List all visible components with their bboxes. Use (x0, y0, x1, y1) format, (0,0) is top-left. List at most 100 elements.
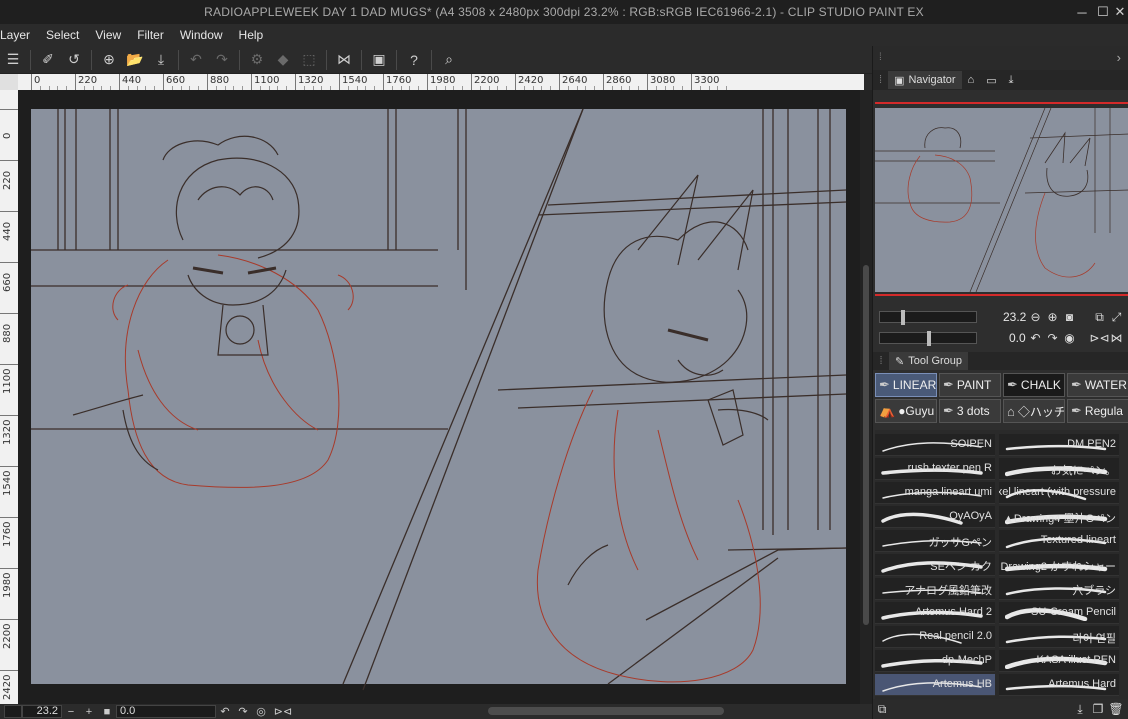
brush-item[interactable]: Real pencil 2.0 (875, 626, 995, 648)
flip-horizontal-icon[interactable]: ⋈ (332, 49, 356, 71)
menu-layer[interactable]: Layer (0, 24, 38, 46)
fill-icon[interactable]: ◆ (271, 49, 295, 71)
flip-horizontal-icon[interactable]: ⊳⊲ (1089, 330, 1109, 346)
grip-icon[interactable]: ⁞ (873, 355, 889, 367)
tool-group-paint[interactable]: ✒ PAINT (939, 373, 1001, 397)
zoom-stop-button[interactable]: ■ (100, 705, 114, 718)
brush-item[interactable]: Artemus Hard (999, 674, 1119, 696)
ruler-label: 2420 (518, 75, 544, 86)
open-folder-icon[interactable]: 📂 (123, 49, 147, 71)
duplicate-icon[interactable]: ❐ (1089, 701, 1107, 717)
navigator-zoom-slider[interactable] (879, 310, 977, 325)
tool-group-guyu[interactable]: ⛺ ●Guyu (875, 399, 937, 423)
brush-item[interactable]: Artemus HB (875, 674, 995, 696)
ruler-label: 0 (2, 132, 13, 139)
toolbar-separator (30, 49, 31, 70)
menu-filter[interactable]: Filter (129, 24, 172, 46)
tab-info[interactable]: ▭ (980, 71, 1002, 89)
rotation-reset-icon[interactable]: ◎ (254, 705, 268, 718)
brush-item[interactable]: SEペン カク (875, 554, 995, 576)
zoom-in-icon[interactable]: ⊕ (1044, 309, 1061, 325)
rotation-angle-field[interactable]: 0.0 (116, 705, 216, 718)
brush-item[interactable]: 穴ブラシ (999, 578, 1119, 600)
zoom-slider-knob[interactable] (900, 310, 905, 325)
rotate-right-icon[interactable]: ↷ (1044, 330, 1061, 346)
brush-item[interactable]: manga lineart umi (875, 482, 995, 504)
brush-item[interactable]: ガッサGペン (875, 530, 995, 552)
canvas-viewport[interactable] (18, 90, 860, 704)
menu-select[interactable]: Select (38, 24, 87, 46)
ruler-major-tick (0, 568, 18, 569)
zoom-in-button[interactable]: + (82, 705, 96, 718)
brush-item[interactable]: Artemus Hard 2 (875, 602, 995, 624)
brush-item[interactable]: SOIPEN (875, 434, 995, 456)
tool-group-water[interactable]: ✒ WATER (1067, 373, 1128, 397)
tab-download[interactable]: ⤓ (1003, 71, 1020, 89)
brush-item[interactable]: OyAOyA (875, 506, 995, 528)
stop-icon[interactable]: ◙ (1061, 309, 1078, 325)
brush-item[interactable]: アナログ風鉛筆改 (875, 578, 995, 600)
rotate-left-icon[interactable]: ↶ (218, 705, 232, 718)
status-scroll-left[interactable] (4, 705, 22, 718)
navigator-rotation-slider[interactable] (879, 331, 977, 346)
search-icon[interactable]: ⌕ (437, 49, 461, 71)
fit-screen-icon[interactable]: ⧉ (1091, 309, 1108, 325)
brush-item[interactable]: ▲Drawing4 墨汁Gペン (999, 506, 1119, 528)
flip-canvas-icon[interactable]: ⊳⊲ (272, 705, 294, 718)
brush-item[interactable]: 라이 연필 (999, 626, 1119, 648)
collapse-arrow-icon[interactable]: › (1117, 50, 1121, 65)
tool-group-chalk[interactable]: ✒ CHALK (1003, 373, 1065, 397)
scrollbar-thumb[interactable] (863, 265, 869, 625)
delete-icon[interactable]: 🗑 (1107, 701, 1125, 717)
tab-tool-group[interactable]: ✎ Tool Group (889, 352, 969, 370)
canvas-vertical-scrollbar[interactable] (860, 90, 872, 704)
tool-settings-icon[interactable]: ⧉ (873, 701, 891, 717)
undo-icon[interactable]: ↶ (184, 49, 208, 71)
zoom-field[interactable]: 23.2 (22, 705, 62, 718)
zoom-out-button[interactable]: − (64, 705, 78, 718)
rotation-reset-icon[interactable]: ◉ (1061, 330, 1078, 346)
close-icon[interactable]: ✕ (1108, 0, 1128, 24)
new-canvas-icon[interactable]: ✐ (36, 49, 60, 71)
swirl-icon[interactable]: ↺ (62, 49, 86, 71)
brush-item[interactable]: rush texter pen R (875, 458, 995, 480)
menu-window[interactable]: Window (172, 24, 231, 46)
tab-navigator[interactable]: ▣ Navigator (888, 71, 962, 89)
loading-icon[interactable]: ⚙ (245, 49, 269, 71)
rotate-right-icon[interactable]: ↷ (236, 705, 250, 718)
canvas-horizontal-scrollbar-thumb[interactable] (488, 707, 724, 715)
navigator-preview[interactable] (875, 107, 1128, 293)
brush-item[interactable]: お気にペン。 (999, 458, 1119, 480)
brush-item[interactable]: KASA illust PEN (999, 650, 1119, 672)
menu-view[interactable]: View (87, 24, 129, 46)
rotate-left-icon[interactable]: ↶ (1027, 330, 1044, 346)
hamburger-menu-icon[interactable]: ☰ (1, 49, 25, 71)
fit-full-icon[interactable]: ⤢ (1108, 309, 1125, 325)
tool-group-hatch[interactable]: ⌂ ◇ハッチ (1003, 399, 1065, 423)
transform-icon[interactable]: ⬚ (297, 49, 321, 71)
grip-icon[interactable]: ⁞ (879, 52, 882, 63)
rotation-slider-knob[interactable] (927, 331, 931, 346)
menu-help[interactable]: Help (231, 24, 272, 46)
help-icon[interactable]: ? (402, 49, 426, 71)
grip-icon[interactable]: ⁞ (873, 71, 888, 89)
tool-group-lineart[interactable]: ✒LINEART (875, 373, 937, 397)
smartphone-icon[interactable]: ▣ (367, 49, 391, 71)
tool-group-regular[interactable]: ✒ Regula (1067, 399, 1128, 423)
brush-item[interactable]: ▲Drawing2 かすれシャー (999, 554, 1119, 576)
brush-item[interactable]: DM PEN2 (999, 434, 1119, 456)
ruler-label: 2640 (562, 75, 588, 86)
save-icon[interactable]: ⤓ (149, 49, 173, 71)
canvas-artwork[interactable] (18, 90, 860, 704)
redo-icon[interactable]: ↷ (210, 49, 234, 71)
brush-item[interactable]: Pixel lineart (with pressure (999, 482, 1119, 504)
brush-item[interactable]: dp-MechP (875, 650, 995, 672)
brush-item[interactable]: Textured lineart (999, 530, 1119, 552)
zoom-out-icon[interactable]: ⊖ (1027, 309, 1044, 325)
download-icon[interactable]: ⤓ (1071, 701, 1089, 717)
tab-subview[interactable]: ⌂ (962, 71, 981, 89)
flip-vertical-icon[interactable]: ⋈ (1108, 330, 1125, 346)
add-page-icon[interactable]: ⊕ (97, 49, 121, 71)
brush-item[interactable]: SU-Cream Pencil (999, 602, 1119, 624)
tool-group-3dots[interactable]: ✒ 3 dots (939, 399, 1001, 423)
